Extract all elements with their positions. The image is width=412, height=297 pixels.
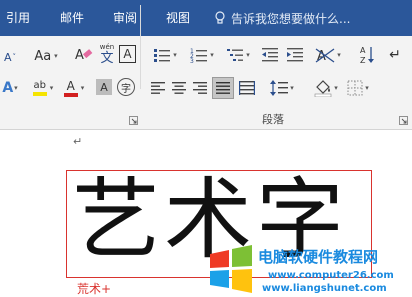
- paragraph-mark: ↵: [73, 135, 83, 148]
- ribbon-tab-bar: 引用 邮件 审阅 视图 告诉我您想要做什么...: [0, 0, 412, 36]
- distributed-button[interactable]: [238, 79, 256, 97]
- numbering-button[interactable]: 1 2 3 ▾: [185, 45, 219, 65]
- align-right-button[interactable]: [192, 80, 208, 96]
- group-separator: [140, 5, 141, 89]
- align-center-button[interactable]: [171, 80, 187, 96]
- shrink-arrow-icon: ˅: [12, 53, 17, 61]
- borders-button[interactable]: ▾: [343, 78, 373, 98]
- chevron-down-icon: ▾: [334, 84, 338, 92]
- sort-button[interactable]: A Z: [357, 44, 377, 66]
- tell-me-text: 告诉我您想要做什么...: [231, 11, 351, 26]
- eraser-icon: A: [75, 48, 93, 63]
- watermark-url-2: www.liangshunet.com: [262, 283, 387, 294]
- highlight-icon: ab: [32, 80, 47, 96]
- lightbulb-icon: [215, 11, 225, 24]
- show-paragraph-marks-button[interactable]: ↵: [386, 44, 404, 66]
- decrease-indent-icon: [262, 48, 278, 62]
- character-border-button[interactable]: A: [119, 45, 136, 63]
- svg-text:Z: Z: [360, 56, 366, 65]
- svg-text:A: A: [75, 48, 84, 63]
- font-color-label: A: [66, 78, 75, 93]
- text-cursor-marker: 荒术+: [77, 282, 112, 296]
- paragraph-mark-icon: ↵: [389, 47, 401, 63]
- change-case-label: Aa: [34, 48, 52, 64]
- highlight-label: ab: [33, 80, 46, 91]
- chevron-down-icon: ▾: [210, 51, 214, 59]
- clear-formatting-button[interactable]: A: [74, 44, 94, 66]
- windows-logo-icon: [210, 245, 252, 293]
- character-shading-button[interactable]: A: [96, 79, 112, 95]
- chevron-down-icon: ▾: [80, 84, 85, 92]
- watermark-title: 电脑软硬件教程网: [258, 248, 379, 266]
- text-effects-button[interactable]: A ▾: [0, 78, 20, 98]
- change-case-button[interactable]: Aa ▾: [30, 46, 62, 66]
- watermark-url-1: www.computer26.com: [268, 270, 394, 281]
- highlight-swatch: [32, 92, 47, 96]
- bullets-button[interactable]: ▾: [148, 45, 182, 65]
- shading-button[interactable]: ▾: [310, 77, 342, 99]
- line-spacing-button[interactable]: ▾: [266, 78, 298, 98]
- tab-references[interactable]: 引用: [6, 0, 30, 36]
- character-border-label: A: [123, 47, 132, 61]
- shrink-font-label: A: [3, 50, 12, 64]
- paragraph-dialog-launcher-icon[interactable]: [399, 116, 408, 125]
- sort-icon: A Z: [360, 46, 374, 65]
- line-spacing-icon: [270, 80, 289, 96]
- svg-text:A: A: [360, 46, 366, 55]
- phonetic-char-label: 文: [100, 50, 114, 66]
- phonetic-guide-button[interactable]: wén 文: [96, 41, 118, 67]
- justify-button[interactable]: [212, 77, 234, 99]
- paragraph-group-label: 段落: [262, 113, 284, 126]
- font-color-button[interactable]: A ▾: [60, 76, 88, 100]
- phonetic-top-label: wén: [99, 42, 115, 51]
- font-color-icon: A: [63, 78, 78, 97]
- chinese-layout-button[interactable]: A ▾: [313, 44, 343, 66]
- chevron-down-icon: ▾: [365, 84, 369, 92]
- tell-me-box[interactable]: 告诉我您想要做什么...: [214, 0, 350, 36]
- tab-review[interactable]: 审阅: [113, 0, 137, 36]
- justify-icon: [216, 82, 230, 94]
- paint-bucket-icon: [314, 80, 332, 97]
- chevron-down-icon: ▾: [290, 84, 294, 92]
- character-shading-label: A: [100, 80, 108, 94]
- multilevel-list-button[interactable]: ▾: [221, 45, 255, 65]
- chevron-down-icon: ▾: [49, 84, 54, 92]
- decrease-indent-button[interactable]: [259, 45, 281, 65]
- tab-view[interactable]: 视图: [166, 0, 190, 36]
- chevron-down-icon: ▾: [337, 51, 341, 59]
- borders-icon: [347, 80, 363, 96]
- increase-indent-icon: [287, 48, 303, 62]
- bullet-list-icon: [154, 49, 171, 62]
- chevron-down-icon: ▾: [54, 52, 58, 60]
- chevron-down-icon: ▾: [14, 84, 18, 92]
- svg-text:3: 3: [190, 58, 194, 63]
- multilevel-list-icon: [227, 49, 244, 61]
- enclose-characters-button[interactable]: 字: [117, 78, 135, 96]
- enclose-characters-label: 字: [121, 83, 131, 95]
- align-left-icon: [151, 82, 165, 94]
- font-dialog-launcher-icon[interactable]: [129, 116, 138, 125]
- align-center-icon: [172, 82, 186, 94]
- chevron-down-icon: ▾: [173, 51, 177, 59]
- highlight-color-button[interactable]: ab ▾: [28, 76, 58, 100]
- align-right-icon: [193, 82, 207, 94]
- chinese-layout-icon: A: [315, 48, 335, 64]
- chevron-down-icon: ▾: [246, 51, 250, 59]
- numbered-list-icon: 1 2 3: [190, 48, 208, 63]
- text-effects-label: A: [2, 80, 14, 96]
- align-left-button[interactable]: [150, 80, 166, 96]
- increase-indent-button[interactable]: [284, 45, 306, 65]
- distributed-icon: [239, 81, 255, 95]
- font-color-swatch: [63, 92, 78, 97]
- shrink-font-button[interactable]: A ˅: [2, 48, 18, 66]
- tab-mailings[interactable]: 邮件: [60, 0, 84, 36]
